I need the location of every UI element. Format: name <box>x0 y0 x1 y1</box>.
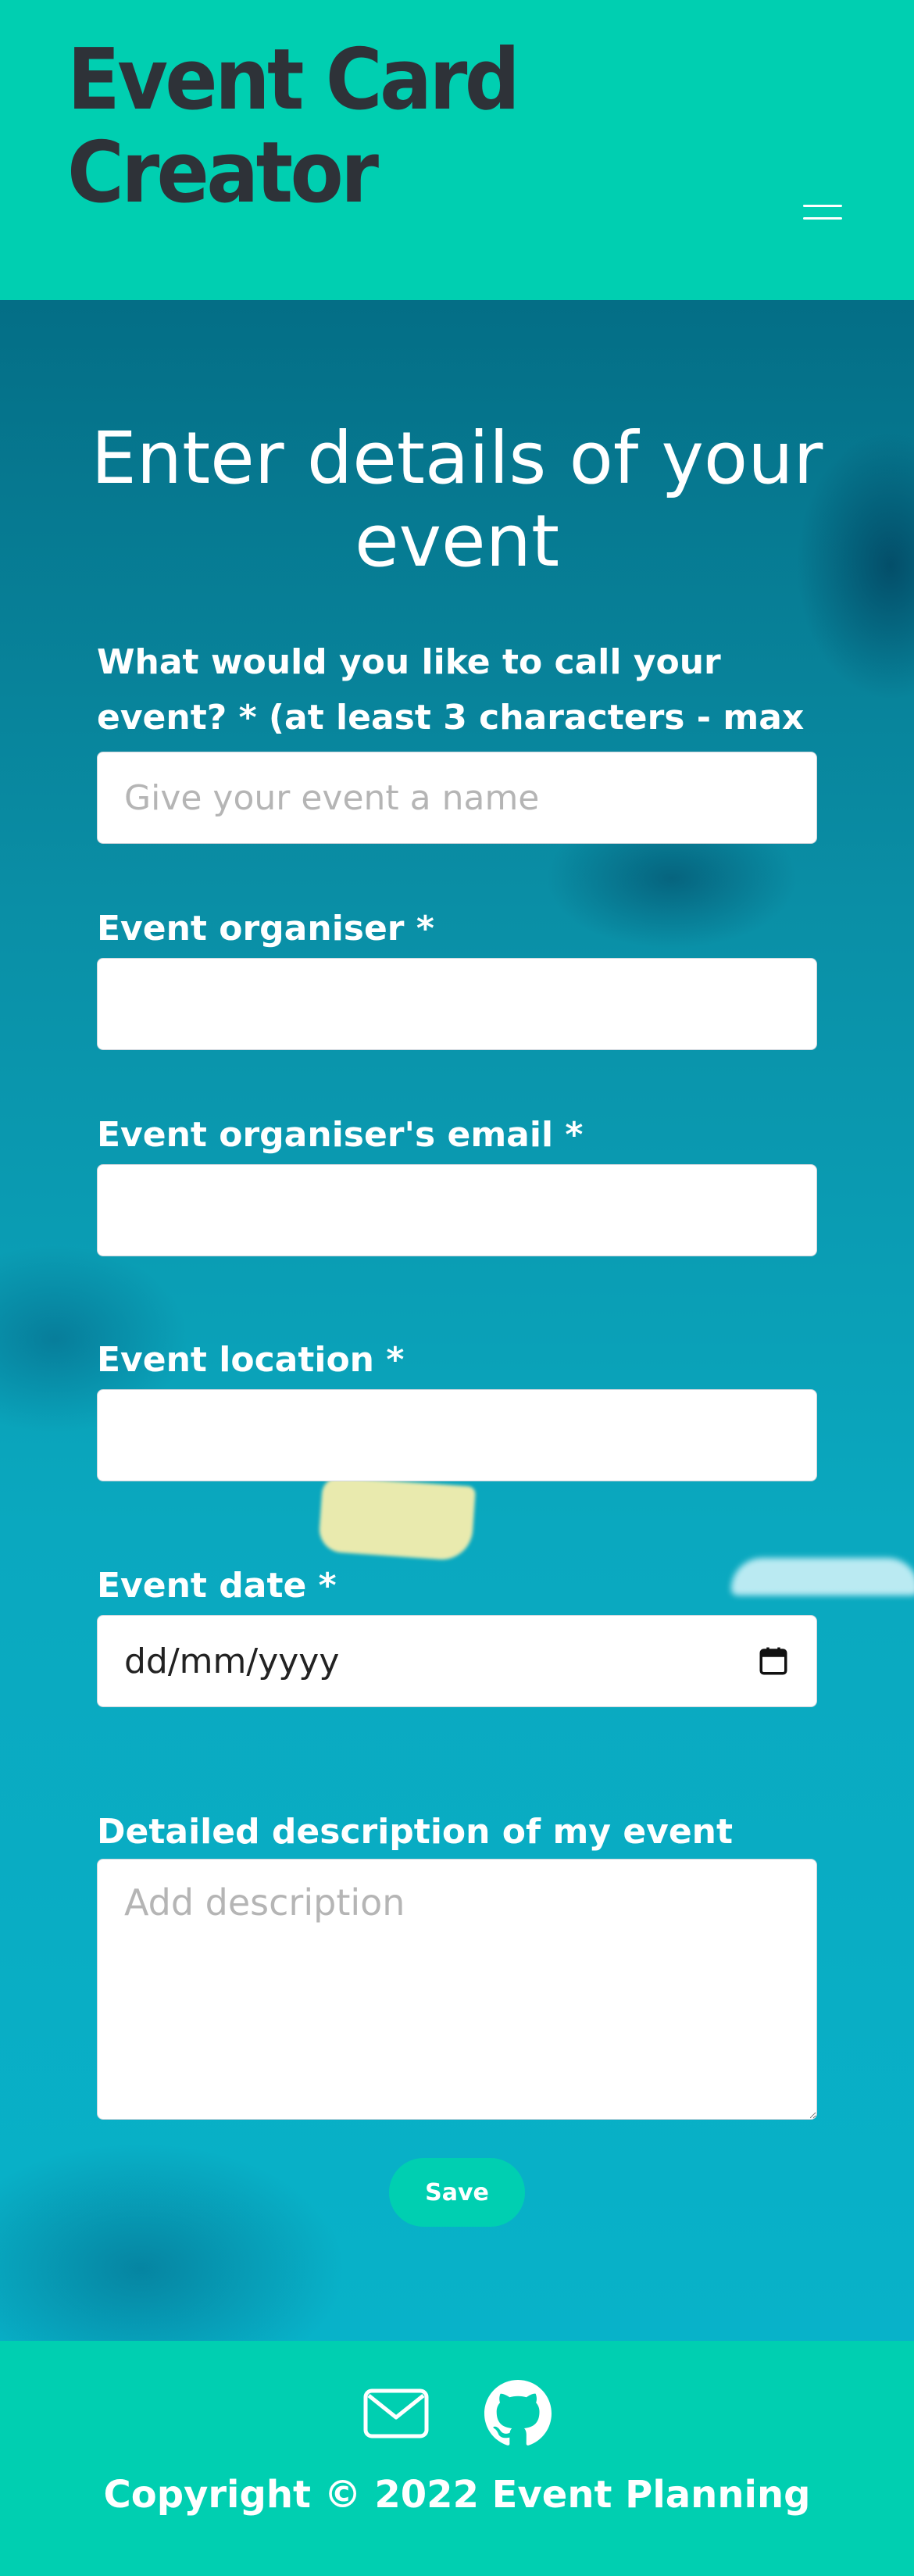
event-organiser-input[interactable] <box>97 958 817 1050</box>
calendar-icon[interactable] <box>757 1645 790 1677</box>
menu-bar-bottom <box>803 217 842 220</box>
organiser-email-input[interactable] <box>97 1164 817 1256</box>
event-date-input[interactable]: dd/mm/yyyy <box>97 1615 817 1707</box>
description-textarea[interactable] <box>97 1859 817 2120</box>
background-decoration <box>731 1558 914 1595</box>
event-organiser-label: Event organiser * <box>97 909 434 949</box>
site-footer: Copyright © 2022 Event Planning <box>0 2341 914 2576</box>
page-title: Enter details of your event <box>91 416 823 583</box>
event-name-input[interactable] <box>97 752 817 844</box>
event-form-section: Enter details of your event What would y… <box>0 300 914 2341</box>
event-location-label: Event location * <box>97 1340 405 1380</box>
menu-bar-top <box>803 205 842 207</box>
github-icon[interactable] <box>484 2380 552 2447</box>
date-format-text: dd/mm/yyyy <box>124 1641 340 1681</box>
save-button[interactable]: Save <box>389 2158 525 2227</box>
site-header: Event Card Creator <box>0 0 914 300</box>
mail-icon[interactable] <box>362 2380 430 2447</box>
event-date-label: Event date * <box>97 1566 337 1606</box>
brand-logo[interactable]: Event Card Creator <box>67 34 846 220</box>
organiser-email-label: Event organiser's email * <box>97 1115 584 1155</box>
copyright-text: Copyright © 2022 Event Planning <box>103 2473 811 2517</box>
hamburger-menu-icon[interactable] <box>800 200 850 223</box>
background-decoration <box>317 1476 477 1562</box>
event-location-input[interactable] <box>97 1389 817 1481</box>
description-label: Detailed description of my event <box>97 1812 734 1852</box>
